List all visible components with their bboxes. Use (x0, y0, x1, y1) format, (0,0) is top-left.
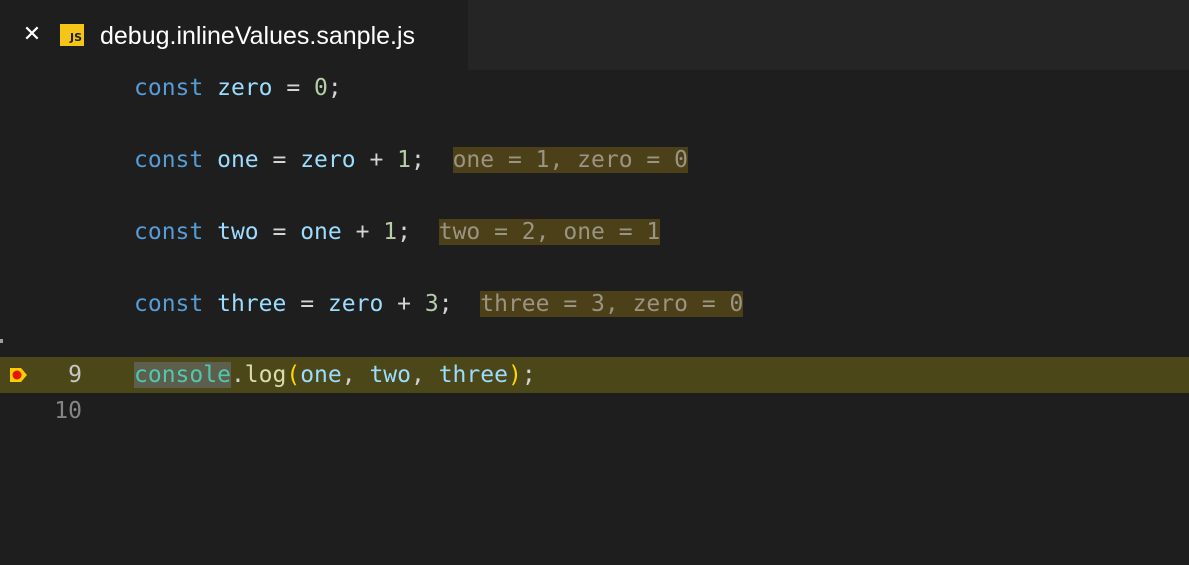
breakpoint-stackframe-icon[interactable] (8, 366, 28, 384)
code-line[interactable]: const two = one + 1; two = 2, one = 1 (0, 214, 1189, 250)
code-text[interactable]: console.log(one, two, three); (134, 357, 536, 393)
code-token: zero (300, 147, 356, 173)
code-token: + (355, 147, 398, 173)
code-token: ( (286, 362, 301, 388)
glyph-margin-marker (0, 339, 3, 343)
code-token: const (134, 219, 204, 245)
code-token: = (272, 75, 315, 101)
code-token: = (286, 291, 328, 317)
tab-bar: ✕ JS debug.inlineValues.sanple.js (0, 0, 1189, 70)
code-token: = (258, 219, 301, 245)
javascript-file-icon: JS (60, 24, 84, 46)
code-line[interactable]: 10 (0, 393, 1189, 429)
code-token: 1 (383, 219, 398, 245)
code-token: ; (521, 362, 536, 388)
code-token: zero (217, 75, 273, 101)
code-token: ; (411, 147, 425, 173)
code-token: one (300, 219, 342, 245)
code-token: const (134, 147, 204, 173)
code-token: one (300, 362, 342, 388)
code-text[interactable]: const zero = 0; (134, 70, 342, 106)
code-text[interactable]: const three = zero + 3; three = 3, zero … (134, 286, 744, 322)
code-token: + (383, 291, 425, 317)
inline-value-decoration: two = 2, one = 1 (438, 219, 661, 245)
code-token: two (217, 219, 259, 245)
code-token: ; (438, 291, 453, 317)
code-token: + (341, 219, 384, 245)
code-token: const (134, 75, 204, 101)
code-token: = (258, 147, 301, 173)
code-line[interactable]: const one = zero + 1; one = 1, zero = 0 (0, 142, 1189, 178)
code-token: . (230, 362, 245, 388)
code-token: three (217, 291, 287, 317)
code-line[interactable]: const zero = 0; (0, 70, 1189, 106)
code-token: 1 (397, 147, 411, 173)
code-token: console (134, 362, 231, 388)
code-editor[interactable]: const zero = 0; const one = zero + 1; one… (0, 70, 1189, 565)
inline-value-decoration: one = 1, zero = 0 (452, 147, 688, 173)
current-line[interactable]: 9 console.log(one, two, three); (0, 357, 1189, 393)
code-token: , (341, 362, 370, 388)
code-token: ; (327, 75, 342, 101)
editor-tab[interactable]: ✕ JS debug.inlineValues.sanple.js (0, 0, 468, 70)
code-token: log (244, 362, 287, 388)
code-token: ; (397, 219, 412, 245)
code-token: zero (327, 291, 384, 317)
code-token: , (411, 362, 439, 388)
inline-value-decoration: three = 3, zero = 0 (480, 291, 744, 317)
line-number[interactable]: 9 (30, 357, 82, 393)
code-line[interactable]: const three = zero + 3; three = 3, zero … (0, 286, 1189, 322)
code-text[interactable]: const one = zero + 1; one = 1, zero = 0 (134, 142, 688, 178)
code-token: const (134, 291, 204, 317)
close-icon[interactable]: ✕ (20, 20, 44, 50)
code-token: two (369, 362, 411, 388)
code-token: 3 (424, 291, 439, 317)
tab-file-name: debug.inlineValues.sanple.js (100, 22, 416, 50)
code-text[interactable]: const two = one + 1; two = 2, one = 1 (134, 214, 661, 250)
code-token: one (217, 147, 259, 173)
code-token: 0 (314, 75, 328, 101)
code-token: ) (507, 362, 522, 388)
line-number[interactable]: 10 (30, 393, 82, 429)
code-token: three (438, 362, 508, 388)
